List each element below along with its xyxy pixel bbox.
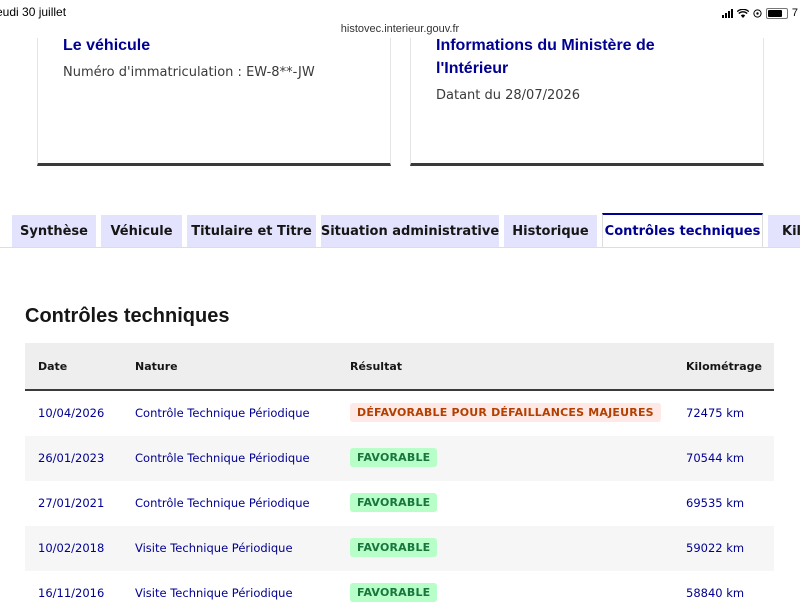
wifi-icon: [736, 8, 749, 18]
row-date: 26/01/2023: [38, 451, 105, 465]
tab-titulaire-et-titre[interactable]: Titulaire et Titre: [187, 215, 316, 247]
table-row: 16/11/2016 Visite Technique Périodique F…: [25, 571, 774, 616]
tab-situation-administrative[interactable]: Situation administrative: [321, 215, 499, 247]
result-badge-favorable: FAVORABLE: [350, 493, 438, 512]
status-icons: 7: [721, 7, 798, 19]
tab-kilometrage[interactable]: Kil: [768, 215, 800, 247]
row-km: 58840 km: [686, 586, 745, 600]
tab-synthese[interactable]: Synthèse: [12, 215, 96, 247]
header-result: Résultat: [350, 360, 403, 373]
row-nature: Contrôle Technique Périodique: [135, 406, 310, 420]
signal-icon: [721, 8, 733, 18]
battery-icon: [765, 7, 788, 19]
tab-historique[interactable]: Historique: [504, 215, 597, 247]
inspections-table: Date Nature Résultat Kilométrage 10/04/2…: [25, 343, 774, 616]
status-bar: eudi 30 juillet 7 histovec.interieur.gou…: [0, 0, 800, 35]
tab-bar: Synthèse Véhicule Titulaire et Titre Sit…: [0, 213, 800, 248]
result-badge-favorable: FAVORABLE: [350, 583, 438, 602]
ministry-card: Informations du Ministère de l'Intérieur…: [410, 37, 764, 166]
row-km: 69535 km: [686, 496, 745, 510]
row-date: 10/04/2026: [38, 406, 105, 420]
table-header: Date Nature Résultat Kilométrage: [25, 343, 774, 391]
header-km: Kilométrage: [686, 360, 762, 373]
row-date: 10/02/2018: [38, 541, 105, 555]
header-date: Date: [38, 360, 68, 373]
battery-level: 7: [791, 7, 798, 19]
table-row: 10/04/2026 Contrôle Technique Périodique…: [25, 391, 774, 436]
table-row: 26/01/2023 Contrôle Technique Périodique…: [25, 436, 774, 481]
row-date: 27/01/2021: [38, 496, 105, 510]
ministry-card-title-line2: l'Intérieur: [436, 60, 509, 77]
result-badge-favorable: FAVORABLE: [350, 448, 438, 467]
location-icon: [753, 8, 762, 18]
row-nature: Visite Technique Périodique: [135, 541, 293, 555]
row-km: 70544 km: [686, 451, 745, 465]
section-title: Contrôles techniques: [25, 305, 230, 327]
result-badge-unfavorable: DÉFAVORABLE POUR DÉFAILLANCES MAJEURES: [350, 403, 661, 422]
row-km: 72475 km: [686, 406, 745, 420]
registration-number: Numéro d'immatriculation : EW-8**-JW: [63, 65, 315, 80]
tab-vehicule[interactable]: Véhicule: [101, 215, 182, 247]
tab-controles-techniques[interactable]: Contrôles techniques: [602, 213, 763, 248]
table-row: 27/01/2021 Contrôle Technique Périodique…: [25, 481, 774, 526]
row-nature: Visite Technique Périodique: [135, 586, 293, 600]
table-row: 10/02/2018 Visite Technique Périodique F…: [25, 526, 774, 571]
status-date: eudi 30 juillet: [0, 5, 67, 19]
vehicle-card: Le véhicule Numéro d'immatriculation : E…: [37, 37, 391, 166]
row-nature: Contrôle Technique Périodique: [135, 496, 310, 510]
vehicle-card-title: Le véhicule: [63, 37, 151, 54]
row-nature: Contrôle Technique Périodique: [135, 451, 310, 465]
result-badge-favorable: FAVORABLE: [350, 538, 438, 557]
ministry-card-date: Datant du 28/07/2026: [436, 88, 581, 103]
row-date: 16/11/2016: [38, 586, 105, 600]
row-km: 59022 km: [686, 541, 745, 555]
header-nature: Nature: [135, 360, 178, 373]
ministry-card-title-line1: Informations du Ministère de: [436, 37, 655, 54]
